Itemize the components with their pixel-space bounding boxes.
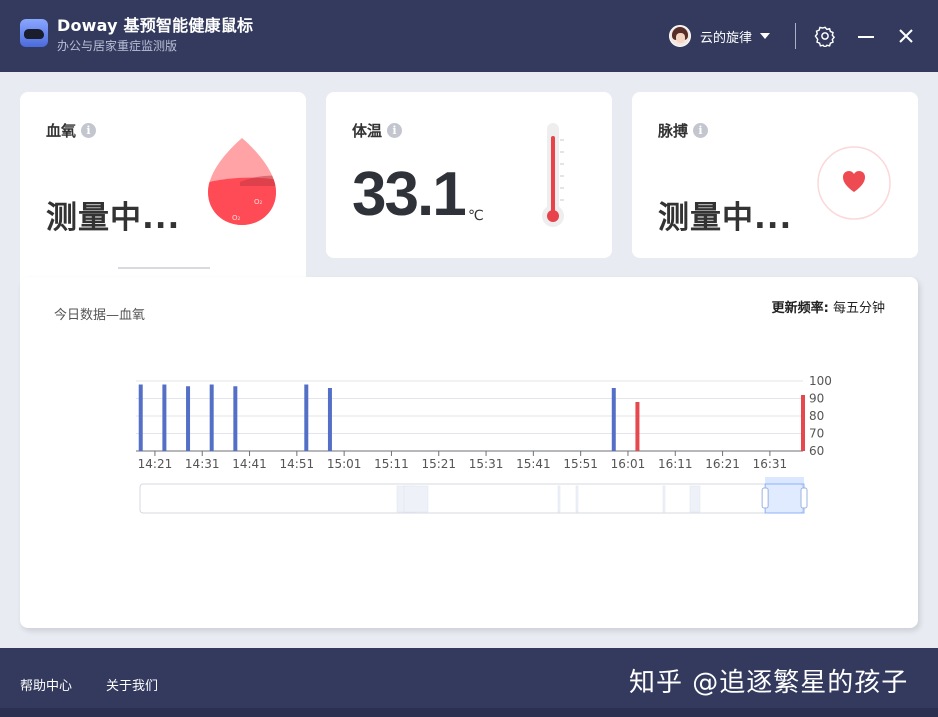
tab-underline xyxy=(118,267,210,269)
pulse-value: 测量中... xyxy=(658,200,793,236)
data-bar xyxy=(209,384,214,451)
x-tick-label: 16:11 xyxy=(658,457,693,471)
minimize-icon xyxy=(858,36,874,38)
data-bar xyxy=(635,402,640,451)
y-tick-label: 90 xyxy=(809,392,824,406)
y-tick-label: 100 xyxy=(809,374,832,388)
data-bar xyxy=(162,384,167,451)
data-bar xyxy=(186,386,191,451)
user-name: 云的旋律 xyxy=(700,30,753,46)
zoom-preview-shape xyxy=(557,485,561,513)
x-tick-label: 15:21 xyxy=(421,457,456,471)
heart-icon xyxy=(817,146,891,220)
gear-icon xyxy=(814,26,836,47)
zoom-window xyxy=(764,483,805,514)
settings-button[interactable] xyxy=(813,24,837,48)
temperature-label: 体温 i xyxy=(352,120,403,141)
x-tick-label: 16:31 xyxy=(753,457,788,471)
pulse-label: 脉搏 i xyxy=(658,120,709,141)
minimize-button[interactable] xyxy=(854,24,878,48)
chevron-down-icon xyxy=(760,33,771,39)
temperature-card[interactable]: 体温 i 33.1 ℃ xyxy=(326,92,612,258)
o2-mark: O₂ xyxy=(254,198,263,206)
info-icon[interactable]: i xyxy=(81,123,97,138)
temperature-unit: ℃ xyxy=(468,208,484,224)
x-tick-label: 15:31 xyxy=(469,457,504,471)
app-subtitle: 办公与居家重症监测版 xyxy=(57,39,178,53)
footer: 帮助中心 关于我们 知乎 @追逐繁星的孩子 xyxy=(0,648,938,717)
titlebar-divider xyxy=(795,23,796,49)
data-bar xyxy=(138,384,143,451)
thermometer-icon xyxy=(542,123,564,227)
info-icon[interactable]: i xyxy=(387,123,403,138)
data-bar xyxy=(611,388,616,451)
about-us-link[interactable]: 关于我们 xyxy=(106,675,158,694)
data-bar xyxy=(304,384,309,451)
x-tick-label: 16:01 xyxy=(611,457,646,471)
zoom-handle[interactable] xyxy=(761,487,769,509)
close-button[interactable] xyxy=(894,24,918,48)
data-bar xyxy=(801,395,805,451)
y-tick-label: 60 xyxy=(809,444,824,458)
zoom-preview-shape xyxy=(403,485,429,513)
spo2-card[interactable]: 血氧 i 测量中... O₂ O₂ xyxy=(20,92,306,272)
y-tick-label: 80 xyxy=(809,409,824,423)
help-center-link[interactable]: 帮助中心 xyxy=(20,675,72,694)
spo2-label-text: 血氧 xyxy=(46,122,77,140)
taskbar-strip xyxy=(0,708,938,717)
user-menu[interactable]: 云的旋律 xyxy=(669,24,771,48)
spo2-bar-chart: 60 70 80 90 100 14:21 14:31 14:41 14:51 15:01 15:1… xyxy=(136,374,832,514)
chart-panel: 今日数据—血氧 更新频率: 每五分钟 60 70 80 90 100 14:21 14:31… xyxy=(20,277,918,628)
pulse-card[interactable]: 脉搏 i 测量中... xyxy=(632,92,918,258)
x-tick-label: 14:51 xyxy=(280,457,315,471)
x-tick-label: 16:21 xyxy=(705,457,740,471)
avatar xyxy=(669,25,691,47)
x-tick-label: 14:21 xyxy=(138,457,173,471)
pulse-label-text: 脉搏 xyxy=(658,122,689,140)
x-tick-label: 14:41 xyxy=(232,457,267,471)
x-tick-label: 15:11 xyxy=(374,457,409,471)
blood-drop-icon: O₂ O₂ xyxy=(208,138,276,225)
zoom-preview-shape xyxy=(689,485,701,513)
zoom-preview-shape xyxy=(662,485,666,513)
data-bar xyxy=(327,388,332,451)
close-icon xyxy=(899,29,913,43)
spo2-value: 测量中... xyxy=(46,200,181,236)
title-bar: Doway 基预智能健康鼠标 办公与居家重症监测版 云的旋律 xyxy=(0,0,938,72)
mouse-logo-icon xyxy=(20,19,48,47)
zoom-preview-shape xyxy=(575,485,579,513)
temperature-label-text: 体温 xyxy=(352,122,383,140)
zoom-move-handle xyxy=(765,477,804,484)
watermark: 知乎 @追逐繁星的孩子 xyxy=(629,668,909,698)
x-tick-label: 15:41 xyxy=(516,457,551,471)
spo2-label: 血氧 i xyxy=(46,120,97,141)
x-tick-label: 15:01 xyxy=(327,457,362,471)
y-tick-label: 70 xyxy=(809,427,824,441)
temperature-value: 33.1 xyxy=(352,160,467,229)
app-title: Doway 基预智能健康鼠标 xyxy=(57,16,254,35)
x-tick-label: 15:51 xyxy=(563,457,598,471)
data-bar xyxy=(233,386,238,451)
x-tick-label: 14:31 xyxy=(185,457,220,471)
zoom-track xyxy=(139,483,804,514)
o2-mark-secondary: O₂ xyxy=(232,214,241,222)
zoom-handle[interactable] xyxy=(800,487,808,509)
info-icon[interactable]: i xyxy=(693,123,709,138)
